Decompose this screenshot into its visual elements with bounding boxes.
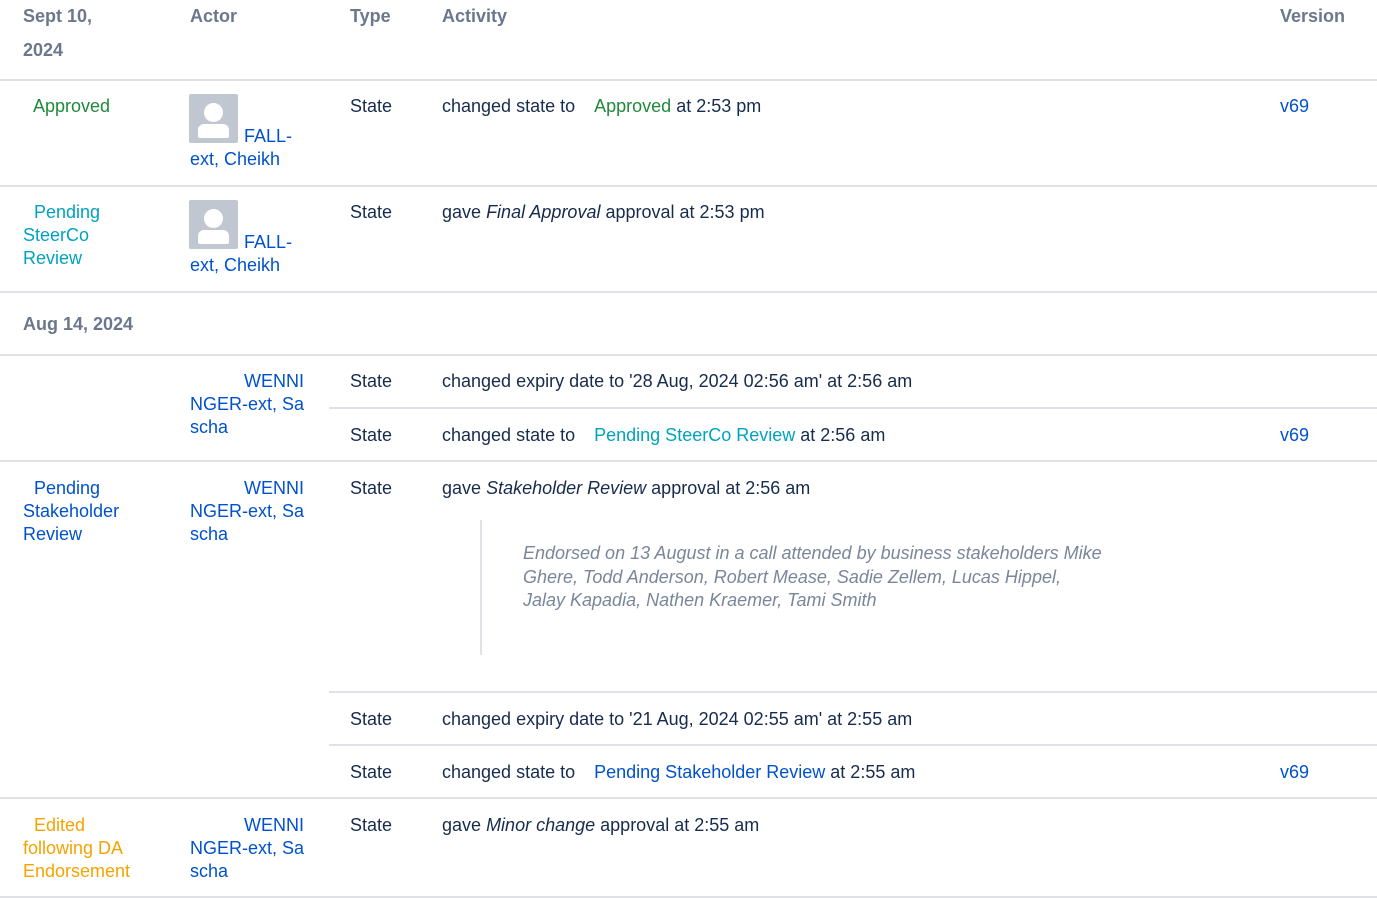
activity-cell: gave Final Approval approval at 2:53 pm (442, 201, 765, 224)
divider (0, 354, 1377, 356)
divider (329, 744, 1377, 746)
activity-cell: changed expiry date to '21 Aug, 2024 02:… (442, 709, 913, 729)
date-group-header: Aug 14, 2024 (23, 314, 134, 334)
approval-name: Minor change (486, 815, 596, 835)
activity-state-pending-stakeholder-review: Pending Stakeholder Review (594, 762, 826, 782)
actor-link[interactable]: WENNINGER-ext, Sascha (190, 370, 308, 439)
activity-text: changed state to (442, 762, 576, 782)
approval-name: Final Approval (486, 202, 601, 222)
approval-comment-quote: Endorsed on 13 August in a call attended… (480, 520, 1112, 655)
activity-time: approval at 2:53 pm (605, 202, 765, 222)
state-label-pending-stakeholder-review: Pending Stakeholder Review (23, 478, 120, 544)
activity-state-pending-steerco-review: Pending SteerCo Review (594, 425, 796, 445)
divider (0, 797, 1377, 799)
divider (0, 460, 1377, 462)
activity-text: gave (442, 202, 482, 222)
type-cell: State (350, 371, 393, 391)
activity-text: gave (442, 478, 482, 498)
type-cell: State (350, 762, 393, 782)
header-type: Type (350, 6, 391, 26)
actor-link[interactable]: FALL-ext, Cheikh (190, 125, 302, 171)
version-link[interactable]: v69 (1280, 424, 1309, 447)
divider (0, 185, 1377, 187)
state-label-edited-following-da-endorsement: Edited following DA Endorsement (23, 815, 131, 881)
activity-cell: gave Minor change approval at 2:55 am (442, 814, 759, 837)
type-cell: State (350, 815, 393, 835)
activity-text: changed state to (442, 96, 576, 116)
header-activity: Activity (442, 6, 508, 26)
approval-name: Stakeholder Review (486, 478, 647, 498)
actor-link[interactable]: WENNINGER-ext, Sascha (190, 477, 308, 546)
version-link[interactable]: v69 (1280, 761, 1309, 784)
state-label-pending-steerco-review: Pending SteerCo Review (23, 202, 101, 268)
divider (0, 291, 1377, 293)
version-link[interactable]: v69 (1280, 95, 1309, 118)
type-cell: State (350, 425, 393, 445)
divider (329, 407, 1377, 409)
header-date: Sept 10, 2024 (23, 6, 93, 60)
activity-cell: gave Stakeholder Review approval at 2:56… (442, 477, 810, 500)
actor-link[interactable]: FALL-ext, Cheikh (190, 231, 302, 277)
activity-state-approved: Approved (594, 96, 672, 116)
activity-cell: changed state to Pending Stakeholder Rev… (442, 761, 915, 784)
type-cell: State (350, 96, 393, 116)
activity-text: changed state to (442, 425, 576, 445)
state-label-approved: Approved (33, 96, 111, 116)
type-cell: State (350, 202, 393, 222)
activity-cell: changed expiry date to '28 Aug, 2024 02:… (442, 371, 913, 391)
activity-time: at 2:53 pm (676, 96, 762, 116)
divider (329, 691, 1377, 693)
type-cell: State (350, 478, 393, 498)
activity-cell: changed state to Approved at 2:53 pm (442, 95, 761, 118)
header-actor: Actor (190, 6, 238, 26)
activity-time: at 2:55 am (830, 762, 916, 782)
divider (0, 79, 1377, 81)
activity-history-table: Sept 10, 2024 Actor Type Activity Versio… (0, 0, 1377, 898)
activity-time: approval at 2:56 am (651, 478, 811, 498)
activity-text: gave (442, 815, 482, 835)
activity-cell: changed state to Pending SteerCo Review … (442, 424, 885, 447)
activity-time: at 2:56 am (800, 425, 886, 445)
header-version: Version (1280, 6, 1346, 26)
actor-link[interactable]: WENNINGER-ext, Sascha (190, 814, 308, 883)
type-cell: State (350, 709, 393, 729)
approval-comment-text: Endorsed on 13 August in a call attended… (523, 543, 1102, 610)
activity-time: approval at 2:55 am (600, 815, 760, 835)
